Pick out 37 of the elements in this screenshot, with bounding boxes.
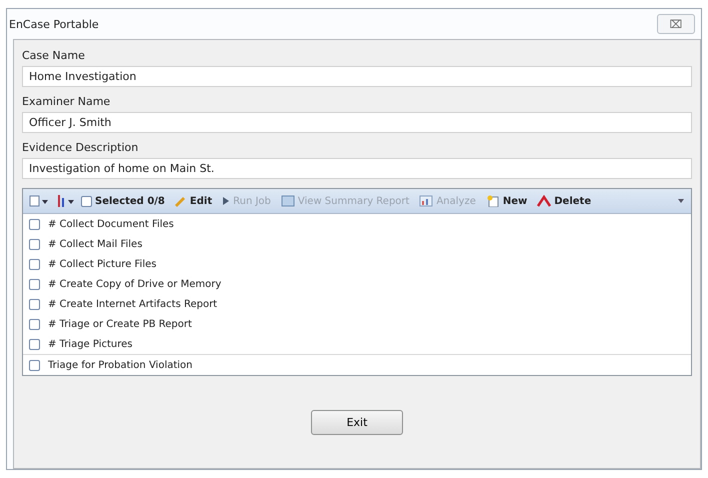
new-document-icon xyxy=(486,195,500,207)
field-label: Case Name xyxy=(22,49,86,62)
text-field[interactable]: Investigation of home on Main St. xyxy=(22,158,692,179)
checkbox[interactable] xyxy=(29,258,40,270)
checkbox[interactable] xyxy=(29,318,40,330)
play-icon xyxy=(222,196,230,206)
checkbox[interactable] xyxy=(29,238,40,250)
checkbox[interactable] xyxy=(29,278,40,290)
text-field[interactable]: Officer J. Smith xyxy=(22,112,692,133)
report-icon xyxy=(280,195,295,207)
job-name: # Triage Pictures xyxy=(48,338,132,350)
checkbox[interactable] xyxy=(29,298,40,310)
exit-button[interactable]: Exit xyxy=(311,410,403,434)
toolbar-button[interactable]: Delete xyxy=(535,195,594,207)
chart-icon xyxy=(419,195,434,207)
checkbox[interactable] xyxy=(29,338,40,350)
checkbox[interactable] xyxy=(29,218,40,230)
list-view-icon[interactable] xyxy=(29,195,49,207)
window-title: EnCase Portable xyxy=(9,18,99,30)
field-label: Evidence Description xyxy=(22,141,140,154)
checkbox[interactable] xyxy=(29,360,40,370)
job-name: # Collect Picture Files xyxy=(48,258,156,270)
pencil-icon xyxy=(172,195,187,207)
job-name: # Create Internet Artifacts Report xyxy=(48,298,218,310)
job-name: Triage for Probation Violation xyxy=(48,360,193,370)
job-name: # Collect Mail Files xyxy=(48,238,142,250)
close-button[interactable]: ⌧ xyxy=(657,14,695,34)
text-field[interactable]: Home Investigation xyxy=(22,66,692,87)
job-name: # Collect Document Files xyxy=(48,218,174,230)
job-name: # Triage or Create PB Report xyxy=(48,318,192,330)
dropdown-arrow-icon[interactable] xyxy=(677,198,685,204)
toolbar-button[interactable]: New xyxy=(484,195,530,207)
select-all-checkbox[interactable]: Selected 0/8 xyxy=(81,196,165,206)
job-name: # Create Copy of Drive or Memory xyxy=(48,278,222,290)
field-label: Examiner Name xyxy=(22,95,112,108)
toolbar-button[interactable]: Edit xyxy=(170,195,214,207)
sort-icon[interactable] xyxy=(55,194,75,208)
